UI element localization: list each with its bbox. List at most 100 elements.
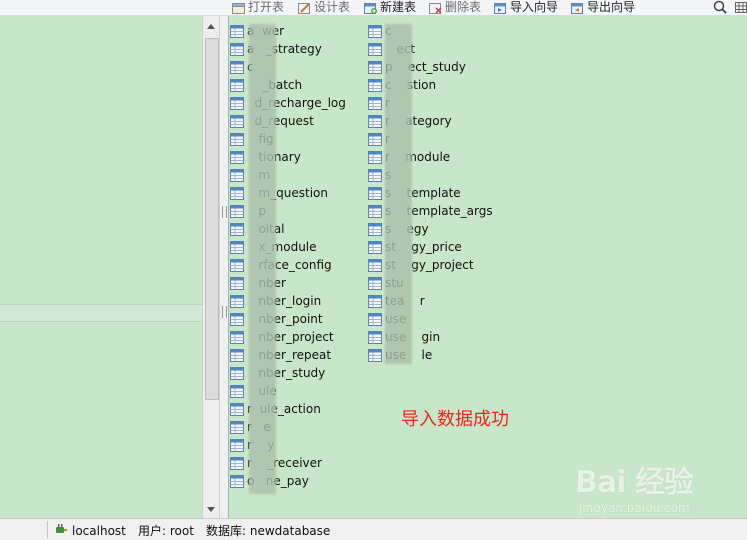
- delete-table-button[interactable]: 删除表: [429, 0, 481, 15]
- table-list-item[interactable]: d_request: [230, 112, 346, 130]
- blur-mask: [249, 24, 276, 494]
- table-icon: [368, 42, 382, 56]
- open-table-button[interactable]: 打开表: [232, 0, 284, 15]
- table-list-item[interactable]: nber_study: [230, 364, 346, 382]
- table-icon: [368, 240, 382, 254]
- splitter-grip-icon: [222, 306, 227, 318]
- table-list-area[interactable]: a wera _strategyc _batch d_recharge_log …: [228, 16, 747, 518]
- open-table-icon: [232, 2, 245, 14]
- table-icon: [368, 348, 382, 362]
- table-list-item[interactable]: p: [230, 202, 346, 220]
- table-icon: [368, 330, 382, 344]
- scroll-down-arrow-icon[interactable]: [207, 507, 215, 512]
- table-icon: [230, 420, 244, 434]
- design-table-icon: [298, 2, 311, 14]
- table-icon: [368, 186, 382, 200]
- import-success-message: 导入数据成功: [401, 409, 509, 430]
- table-list-item[interactable]: nber_repeat: [230, 346, 346, 364]
- scroll-up-arrow-icon[interactable]: [207, 24, 215, 29]
- table-icon: [230, 276, 244, 290]
- table-list-column-1: a wera _strategyc _batch d_recharge_log …: [230, 22, 346, 490]
- table-list-item[interactable]: d_recharge_log: [230, 94, 346, 112]
- import-wizard-label: 导入向导: [510, 0, 559, 14]
- open-table-label: 打开表: [248, 0, 285, 14]
- table-icon: [230, 258, 244, 272]
- table-icon: [230, 330, 244, 344]
- design-table-label: 设计表: [314, 0, 351, 14]
- watermark-url: jingyan.baidu.com: [579, 501, 690, 515]
- left-panel-scrollbar[interactable]: [202, 16, 220, 518]
- connection-tree-panel[interactable]: [0, 16, 202, 518]
- connection-plug-icon: [54, 522, 68, 539]
- table-icon: [230, 150, 244, 164]
- table-list-item[interactable]: a wer: [230, 22, 346, 40]
- splitter-grip-icon: [222, 206, 227, 218]
- table-icon: [230, 186, 244, 200]
- table-icon: [230, 114, 244, 128]
- new-table-label: 新建表: [380, 0, 417, 14]
- grid-view-icon[interactable]: [735, 2, 747, 13]
- table-list-item[interactable]: r y: [230, 436, 346, 454]
- table-icon: [230, 438, 244, 452]
- import-wizard-button[interactable]: 导入向导: [494, 0, 558, 15]
- table-icon: [230, 240, 244, 254]
- table-list-item[interactable]: _batch: [230, 76, 346, 94]
- table-icon: [230, 402, 244, 416]
- delete-table-icon: [429, 2, 442, 14]
- import-wizard-icon: [494, 2, 507, 14]
- export-wizard-button[interactable]: 导出向导: [571, 0, 635, 15]
- export-wizard-icon: [571, 2, 584, 14]
- table-list-item[interactable]: nber_login: [230, 292, 346, 310]
- table-icon: [368, 60, 382, 74]
- table-icon: [230, 312, 244, 326]
- table-list-item[interactable]: r _receiver: [230, 454, 346, 472]
- table-icon: [230, 24, 244, 38]
- table-list-item[interactable]: nber_point: [230, 310, 346, 328]
- table-list-item[interactable]: x_module: [230, 238, 346, 256]
- table-icon: [230, 204, 244, 218]
- table-icon: [368, 114, 382, 128]
- table-list-item[interactable]: ule: [230, 382, 346, 400]
- table-icon: [368, 312, 382, 326]
- export-wizard-label: 导出向导: [587, 0, 636, 14]
- table-icon: [230, 294, 244, 308]
- design-table-button[interactable]: 设计表: [298, 0, 350, 15]
- table-icon: [230, 168, 244, 182]
- table-list-item[interactable]: a _strategy: [230, 40, 346, 58]
- table-icon: [230, 96, 244, 110]
- table-icon: [368, 222, 382, 236]
- left-panel-divider[interactable]: [0, 304, 202, 322]
- table-icon: [368, 294, 382, 308]
- table-icon: [368, 132, 382, 146]
- table-list-item[interactable]: fig: [230, 130, 346, 148]
- table-list-item[interactable]: rface_config: [230, 256, 346, 274]
- table-icon: [230, 348, 244, 362]
- blur-mask: [385, 24, 412, 364]
- table-icon: [230, 78, 244, 92]
- table-icon: [230, 222, 244, 236]
- status-divider: [47, 521, 48, 538]
- new-table-button[interactable]: 新建表: [364, 0, 416, 15]
- table-list-item[interactable]: m_question: [230, 184, 346, 202]
- table-icon: [368, 204, 382, 218]
- table-list-item[interactable]: nber_project: [230, 328, 346, 346]
- scrollbar-thumb[interactable]: [205, 38, 219, 400]
- table-icon: [368, 276, 382, 290]
- search-icon[interactable]: [713, 0, 727, 14]
- table-list-item[interactable]: r ule_action: [230, 400, 346, 418]
- table-list-item[interactable]: nber: [230, 274, 346, 292]
- table-list-item[interactable]: c: [230, 58, 346, 76]
- table-list-item[interactable]: o ne_pay: [230, 472, 346, 490]
- table-list-item[interactable]: r e: [230, 418, 346, 436]
- status-connection: localhost: [54, 522, 126, 539]
- table-icon: [230, 60, 244, 74]
- connection-name: localhost: [72, 523, 126, 538]
- table-list-item[interactable]: oital: [230, 220, 346, 238]
- table-list-item[interactable]: tionary: [230, 148, 346, 166]
- table-icon: [230, 42, 244, 56]
- toolbar: 打开表 设计表 新建表 删除表 导入向导 导出向导: [0, 0, 747, 16]
- table-icon: [230, 366, 244, 380]
- status-database: 数据库: newdatabase: [206, 524, 331, 538]
- table-list-item[interactable]: m: [230, 166, 346, 184]
- status-user: 用户: root: [138, 524, 194, 538]
